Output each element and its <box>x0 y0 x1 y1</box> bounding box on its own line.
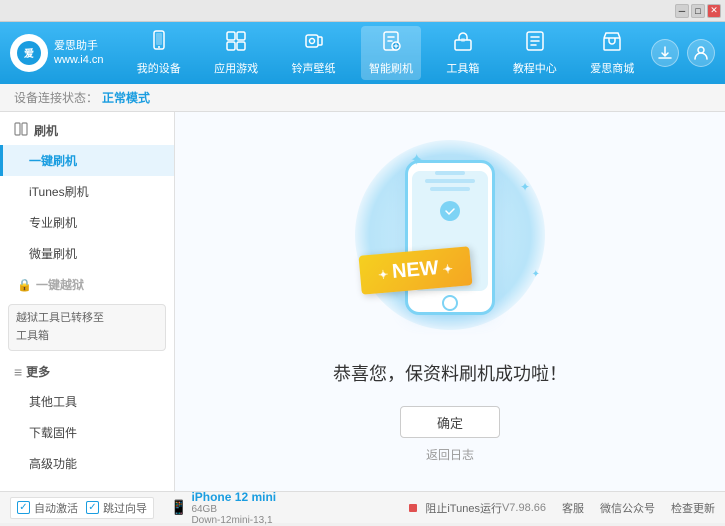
nav-tutorials-label: 教程中心 <box>513 60 557 76</box>
device-storage: 64GB <box>191 504 276 515</box>
logo-icon: 爱 <box>10 34 48 72</box>
return-log-link[interactable]: 返回日志 <box>426 446 474 463</box>
logo-text: 爱思助手 www.i4.cn <box>54 39 104 68</box>
skip-wizard-checkbox-area[interactable]: ✓ 跳过向导 <box>86 500 147 516</box>
nav-my-device[interactable]: 我的设备 <box>129 26 189 80</box>
pro-label: 专业刷机 <box>29 216 77 230</box>
nav-tutorials[interactable]: 教程中心 <box>505 26 565 80</box>
logo-line2: www.i4.cn <box>54 53 104 67</box>
svg-text:爱: 爱 <box>24 47 34 60</box>
logo-inner: 爱 <box>17 41 41 65</box>
nav-my-device-label: 我的设备 <box>137 60 181 76</box>
notice-line1: 越狱工具已转移至 <box>16 310 158 328</box>
nav-smart-flash-label: 智能刷机 <box>369 60 413 76</box>
sidebar-item-advanced[interactable]: 高级功能 <box>0 448 174 479</box>
sidebar-item-jailbreak: 🔒 一键越狱 <box>0 269 174 300</box>
sidebar-item-other-tools[interactable]: 其他工具 <box>0 386 174 417</box>
sidebar-section-more: ≡ 更多 <box>0 357 174 386</box>
sidebar-item-itunes[interactable]: iTunes刷机 <box>0 176 174 207</box>
sidebar-section-flash: 刷机 <box>0 116 174 145</box>
device-name: iPhone 12 mini <box>191 490 276 504</box>
header-right <box>651 39 715 67</box>
main-layout: 刷机 一键刷机 iTunes刷机 专业刷机 微量刷机 🔒 一键越狱 越狱工具已转… <box>0 112 725 491</box>
success-illustration: ✦ ✦ ✦ NEW <box>350 140 550 340</box>
logo-line1: 爱思助手 <box>54 39 104 53</box>
itunes-label: 阻止iTunes运行 <box>425 500 502 516</box>
bottom-right: V7.98.66 客服 微信公众号 检查更新 <box>502 500 715 516</box>
nav-items: 我的设备 应用游戏 铃声壁纸 智能刷机 工具箱 <box>120 26 651 80</box>
itunes-label: iTunes刷机 <box>29 185 89 199</box>
sparkle-3: ✦ <box>532 269 540 280</box>
sidebar-item-one-click[interactable]: 一键刷机 <box>0 145 174 176</box>
nav-store[interactable]: 爱思商城 <box>582 26 642 80</box>
other-tools-label: 其他工具 <box>29 395 77 409</box>
nav-apps-games[interactable]: 应用游戏 <box>206 26 266 80</box>
content-area: ✦ ✦ ✦ NEW 恭喜您，保资料刷机成功啦！ 确定 返回日志 <box>175 112 725 491</box>
nav-ringtones[interactable]: 铃声壁纸 <box>284 26 344 80</box>
itunes-stop-icon <box>409 504 417 512</box>
jailbreak-label: 一键越狱 <box>36 276 84 293</box>
sparkle-1: ✦ <box>410 150 423 170</box>
title-bar: ─ □ ✕ <box>0 0 725 22</box>
skip-wizard-checkbox[interactable]: ✓ <box>86 501 99 514</box>
user-button[interactable] <box>687 39 715 67</box>
header: 爱 爱思助手 www.i4.cn 我的设备 应用游戏 铃声壁纸 <box>0 22 725 84</box>
auto-connect-label: 自动激活 <box>34 500 78 516</box>
nav-store-label: 爱思商城 <box>590 60 634 76</box>
download-button[interactable] <box>651 39 679 67</box>
apps-games-icon <box>225 30 247 58</box>
tutorials-icon <box>524 30 546 58</box>
sidebar-notice: 越狱工具已转移至 工具箱 <box>8 304 166 351</box>
sidebar: 刷机 一键刷机 iTunes刷机 专业刷机 微量刷机 🔒 一键越狱 越狱工具已转… <box>0 112 175 491</box>
customer-service-link[interactable]: 客服 <box>562 500 584 516</box>
micro-label: 微量刷机 <box>29 247 77 261</box>
nav-smart-flash[interactable]: 智能刷机 <box>361 26 421 80</box>
store-icon <box>601 30 623 58</box>
status-label: 设备连接状态： <box>14 89 98 106</box>
sparkle-2: ✦ <box>520 180 530 194</box>
advanced-label: 高级功能 <box>29 457 77 471</box>
phone-home-button <box>442 295 458 311</box>
check-update-link[interactable]: 检查更新 <box>671 500 715 516</box>
device-info: iPhone 12 mini 64GB Down-12mini-13,1 <box>191 490 276 526</box>
wechat-official-link[interactable]: 微信公众号 <box>600 500 655 516</box>
device-model: Down-12mini-13,1 <box>191 515 276 526</box>
auto-connect-checkbox-area[interactable]: ✓ 自动激活 <box>17 500 78 516</box>
ringtones-icon <box>303 30 325 58</box>
auto-connect-checkbox[interactable]: ✓ <box>17 501 30 514</box>
nav-apps-games-label: 应用游戏 <box>214 60 258 76</box>
phone-shape <box>405 160 495 315</box>
notice-line2: 工具箱 <box>16 328 158 346</box>
nav-toolbox-label: 工具箱 <box>446 60 479 76</box>
nav-toolbox[interactable]: 工具箱 <box>438 26 487 80</box>
status-value: 正常模式 <box>102 89 150 106</box>
version-text: V7.98.66 <box>502 502 546 514</box>
confirm-button[interactable]: 确定 <box>400 406 500 438</box>
nav-ringtones-label: 铃声壁纸 <box>292 60 336 76</box>
status-bar: 设备连接状态： 正常模式 <box>0 84 725 112</box>
sidebar-item-micro[interactable]: 微量刷机 <box>0 238 174 269</box>
smart-flash-icon <box>380 30 402 58</box>
download-fw-label: 下载固件 <box>29 426 77 440</box>
device-icon: 📱 <box>170 499 187 516</box>
flash-section-label: 刷机 <box>34 122 58 139</box>
logo-area: 爱 爱思助手 www.i4.cn <box>10 34 120 72</box>
skip-wizard-label: 跳过向导 <box>103 500 147 516</box>
bottom-bar: ✓ 自动激活 ✓ 跳过向导 📱 iPhone 12 mini 64GB Down… <box>0 491 725 523</box>
my-device-icon <box>148 30 170 58</box>
sidebar-item-pro[interactable]: 专业刷机 <box>0 207 174 238</box>
flash-section-icon <box>14 122 28 139</box>
more-section-icon: ≡ <box>14 364 22 380</box>
one-click-label: 一键刷机 <box>29 154 77 168</box>
more-section-label: 更多 <box>26 363 50 380</box>
minimize-button[interactable]: ─ <box>675 4 689 18</box>
sidebar-item-download-fw[interactable]: 下载固件 <box>0 417 174 448</box>
maximize-button[interactable]: □ <box>691 4 705 18</box>
close-button[interactable]: ✕ <box>707 4 721 18</box>
success-text: 恭喜您，保资料刷机成功啦！ <box>333 360 567 386</box>
lock-icon: 🔒 <box>17 278 32 292</box>
bottom-left: ✓ 自动激活 ✓ 跳过向导 📱 iPhone 12 mini 64GB Down… <box>10 490 401 526</box>
toolbox-icon <box>452 30 474 58</box>
